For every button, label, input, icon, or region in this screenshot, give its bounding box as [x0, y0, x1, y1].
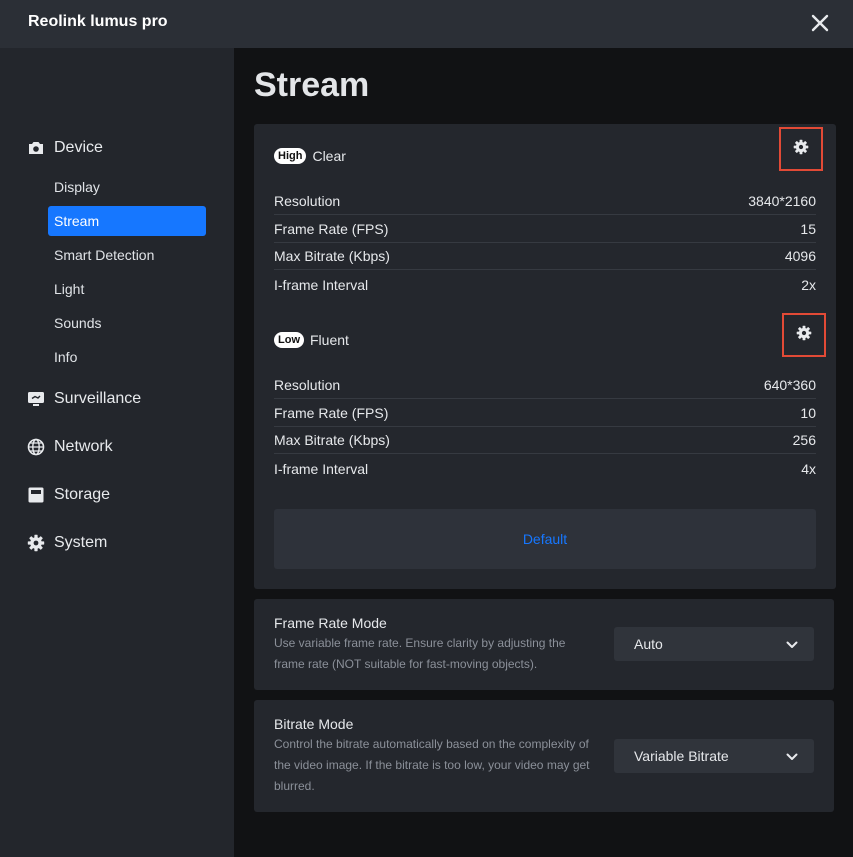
low-stream-name: Fluent [310, 332, 349, 348]
bitrate-mode-select[interactable]: Variable Bitrate [614, 739, 814, 773]
sidebar-group-label: Device [54, 139, 103, 156]
high-stream-settings-button[interactable] [779, 127, 823, 171]
sidebar: Device Display Stream Smart Detection Li… [0, 48, 234, 857]
sidebar-group-device[interactable]: Device [26, 136, 103, 160]
row-value: 640*360 [763, 377, 816, 393]
low-row-resolution: Resolution 640*360 [274, 372, 816, 399]
page-title: Stream [254, 66, 370, 104]
high-badge: High [274, 148, 307, 164]
chevron-down-icon [786, 636, 798, 652]
row-label: Resolution [274, 377, 341, 393]
sidebar-group-system[interactable]: System [26, 531, 107, 555]
frame-rate-mode-card: Frame Rate Mode Use variable frame rate.… [254, 599, 834, 690]
gear-icon [796, 325, 812, 346]
camera-icon [26, 138, 46, 158]
gear-icon [26, 533, 46, 553]
sidebar-group-label: Storage [54, 486, 111, 503]
low-row-iframe-interval: I-frame Interval 4x [274, 455, 816, 482]
row-label: Max Bitrate (Kbps) [274, 248, 390, 264]
high-stream-header: High Clear [274, 146, 346, 166]
sidebar-item-display[interactable]: Display [48, 172, 206, 202]
app-title: Reolink lumus pro [28, 13, 168, 30]
sidebar-item-light[interactable]: Light [48, 274, 206, 304]
row-value: 2x [801, 276, 816, 293]
row-value: 3840*2160 [748, 193, 816, 209]
storage-icon [26, 485, 46, 505]
gear-icon [793, 139, 809, 160]
frame-rate-mode-description: Use variable frame rate. Ensure clarity … [274, 636, 566, 671]
high-row-frame-rate: Frame Rate (FPS) 15 [274, 216, 816, 243]
sidebar-group-network[interactable]: Network [26, 435, 113, 459]
sidebar-group-label: System [54, 534, 108, 551]
sidebar-item-smart-detection[interactable]: Smart Detection [48, 240, 206, 270]
monitor-icon [26, 389, 46, 409]
frame-rate-mode-title: Frame Rate Mode [274, 615, 387, 631]
sidebar-group-surveillance[interactable]: Surveillance [26, 387, 141, 411]
bitrate-mode-title: Bitrate Mode [274, 716, 354, 732]
row-label: Frame Rate (FPS) [274, 221, 389, 237]
high-row-resolution: Resolution 3840*2160 [274, 188, 816, 215]
high-row-iframe-interval: I-frame Interval 2x [274, 271, 816, 298]
sidebar-group-label: Surveillance [54, 390, 142, 407]
sidebar-group-label: Network [54, 438, 113, 455]
row-value: 4096 [784, 248, 816, 264]
sidebar-item-sounds[interactable]: Sounds [48, 308, 206, 338]
row-label: Frame Rate (FPS) [274, 405, 389, 421]
low-stream-header: Low Fluent [274, 330, 349, 350]
high-row-max-bitrate: Max Bitrate (Kbps) 4096 [274, 243, 816, 270]
close-icon[interactable] [806, 9, 834, 37]
high-stream-name: Clear [312, 148, 346, 164]
row-value: 256 [792, 432, 816, 448]
row-value: 10 [800, 405, 816, 421]
row-value: 4x [801, 460, 816, 477]
row-value: 15 [800, 221, 816, 237]
globe-icon [26, 437, 46, 457]
bitrate-mode-card: Bitrate Mode Control the bitrate automat… [254, 700, 834, 812]
low-row-max-bitrate: Max Bitrate (Kbps) 256 [274, 427, 816, 454]
sidebar-group-storage[interactable]: Storage [26, 483, 110, 507]
row-label: I-frame Interval [274, 276, 369, 293]
low-row-frame-rate: Frame Rate (FPS) 10 [274, 400, 816, 427]
select-value: Auto [634, 636, 663, 652]
frame-rate-mode-select[interactable]: Auto [614, 627, 814, 661]
low-badge: Low [274, 332, 304, 348]
row-label: Max Bitrate (Kbps) [274, 432, 390, 448]
select-value: Variable Bitrate [634, 748, 729, 764]
row-label: I-frame Interval [274, 460, 369, 477]
bitrate-mode-description: Control the bitrate automatically based … [274, 737, 590, 793]
default-button[interactable]: Default [274, 509, 816, 569]
sidebar-item-info[interactable]: Info [48, 342, 206, 372]
row-label: Resolution [274, 193, 341, 209]
low-stream-settings-button[interactable] [782, 313, 826, 357]
title-bar: Reolink lumus pro [0, 0, 853, 48]
stream-card: High Clear Resolution 3840*2160 Frame Ra… [254, 124, 836, 589]
chevron-down-icon [786, 748, 798, 764]
sidebar-item-stream[interactable]: Stream [48, 206, 206, 236]
